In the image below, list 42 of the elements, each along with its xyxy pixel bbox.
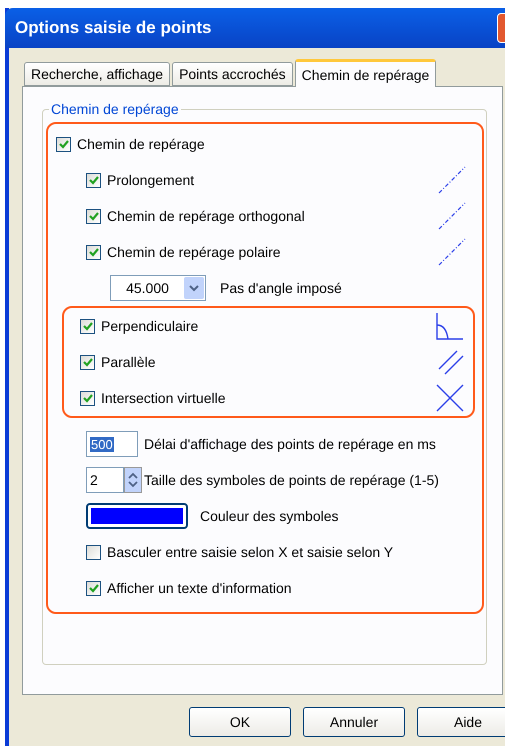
window-title: Options saisie de points (15, 18, 212, 38)
checkbox-label: Chemin de repérage (77, 136, 205, 152)
spinner-icon[interactable] (124, 467, 142, 493)
checkbox[interactable] (86, 244, 101, 260)
checkbox[interactable] (80, 390, 95, 406)
input-field[interactable]: 500 (86, 431, 138, 457)
checkbox[interactable] (86, 208, 101, 224)
field-label: Taille des symboles de points de repérage (1-5) (144, 472, 439, 488)
group-title: Chemin de repérage (49, 101, 181, 117)
checkbox[interactable] (80, 318, 95, 334)
angle-dropdown[interactable]: 45.000 (110, 275, 206, 301)
checkbox-label: Afficher un texte d'information (107, 580, 292, 596)
checkbox-label: Basculer entre saisie selon X et saisie selon Y (107, 544, 394, 560)
dashed-line-icon (438, 202, 466, 230)
checkbox[interactable] (86, 544, 101, 560)
dialog-button[interactable]: Aide (417, 707, 505, 737)
perpendicular-icon (436, 312, 464, 340)
checkbox-label: Chemin de repérage polaire (107, 244, 281, 260)
checkbox-label: Perpendiculaire (101, 318, 198, 334)
checkbox[interactable] (56, 136, 71, 152)
parallel-icon (438, 349, 464, 375)
checkbox[interactable] (86, 580, 101, 596)
dialog-button[interactable]: OK (189, 707, 291, 737)
field-label: Pas d'angle imposé (220, 280, 342, 296)
checkbox-label: Parallèle (101, 354, 156, 370)
tab[interactable]: Chemin de repérage (294, 59, 436, 87)
dialog-button[interactable]: Annuler (303, 707, 405, 737)
caret-icon (184, 277, 204, 299)
checkbox[interactable] (80, 354, 95, 370)
checkbox-label: Intersection virtuelle (101, 390, 226, 406)
checkbox-label: Prolongement (107, 172, 194, 188)
field-label: Couleur des symboles (200, 508, 339, 524)
cross-icon (436, 384, 464, 412)
tab[interactable]: Recherche, affichage (24, 62, 170, 86)
color-button[interactable] (86, 503, 188, 529)
checkbox[interactable] (86, 172, 101, 188)
field-label: Délai d'affichage des points de repérage en ms (144, 436, 436, 452)
dashed-line-icon (438, 166, 466, 194)
dashed-line-icon (438, 238, 466, 266)
tab[interactable]: Points accrochés (172, 62, 293, 86)
spin-field[interactable]: 2 (86, 467, 124, 493)
checkbox-label: Chemin de repérage orthogonal (107, 208, 305, 224)
